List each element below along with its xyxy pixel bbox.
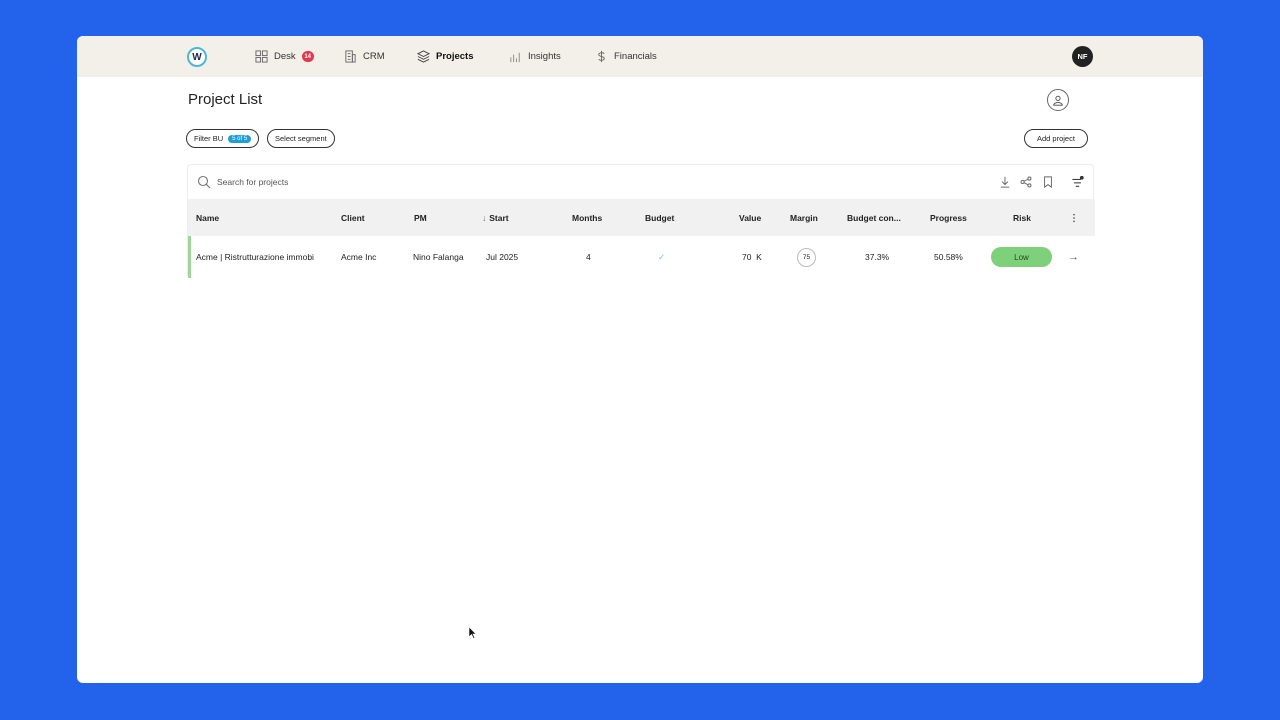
- cell-client: Acme Inc: [341, 252, 377, 262]
- user-icon: [1053, 95, 1063, 106]
- nav-item-crm[interactable]: CRM: [344, 36, 385, 77]
- bar-chart-icon: [510, 52, 520, 63]
- column-header-name[interactable]: Name: [196, 199, 219, 236]
- cell-progress: 50.58%: [934, 252, 963, 262]
- download-icon[interactable]: [999, 176, 1011, 188]
- nav-item-desk[interactable]: Desk 14: [255, 36, 314, 77]
- filter-icon[interactable]: [1071, 176, 1084, 188]
- sort-arrow-icon: ↓: [482, 212, 487, 223]
- nav-item-financials-label: Financials: [614, 51, 657, 62]
- column-header-progress[interactable]: Progress: [930, 199, 967, 236]
- nav-item-projects-label: Projects: [436, 51, 474, 62]
- cell-start: Jul 2025: [486, 252, 519, 262]
- bookmark-icon[interactable]: [1042, 176, 1054, 188]
- nav-item-crm-label: CRM: [363, 51, 385, 62]
- nav-item-insights-label: Insights: [528, 51, 561, 62]
- top-nav-bar: W Desk 14 CRM Projects Insights Financia…: [77, 36, 1203, 77]
- cell-value: 70 K: [742, 252, 762, 262]
- table-row[interactable]: Acme | Ristrutturazione immobi Acme Inc …: [188, 236, 1095, 278]
- mouse-cursor-icon: [469, 627, 477, 639]
- table-header: Name Client PM ↓ Start Months Budget Val…: [188, 199, 1095, 236]
- nav-item-desk-label: Desk: [274, 51, 296, 62]
- dollar-icon: [598, 50, 605, 63]
- column-header-start-label: Start: [489, 212, 509, 223]
- filter-bu-label: Filter BU: [194, 134, 224, 143]
- column-header-client[interactable]: Client: [341, 199, 365, 236]
- layers-icon: [417, 50, 430, 63]
- column-header-pm[interactable]: PM: [414, 199, 427, 236]
- column-header-months[interactable]: Months: [572, 199, 602, 236]
- cell-risk: Low: [991, 236, 1052, 278]
- select-segment-label: Select segment: [275, 134, 327, 143]
- column-header-margin[interactable]: Margin: [790, 199, 818, 236]
- cell-pm: Nino Falanga: [413, 252, 464, 262]
- open-row-arrow-icon[interactable]: →: [1068, 236, 1079, 278]
- app-logo[interactable]: W: [187, 47, 207, 67]
- column-options-icon[interactable]: [1072, 199, 1076, 236]
- cell-name: Acme | Ristrutturazione immobi: [196, 252, 314, 262]
- risk-badge: Low: [991, 247, 1052, 267]
- app-logo-letter: W: [192, 51, 202, 63]
- notification-badge: 14: [301, 51, 314, 62]
- cell-margin: 75: [797, 236, 816, 278]
- projects-table: Name Client PM ↓ Start Months Budget Val…: [187, 164, 1095, 278]
- nav-item-insights[interactable]: Insights: [509, 36, 561, 77]
- user-avatar[interactable]: NF: [1072, 46, 1093, 67]
- search-input[interactable]: [217, 174, 517, 190]
- margin-indicator: 75: [797, 247, 816, 267]
- column-header-value[interactable]: Value: [739, 199, 761, 236]
- select-segment-button[interactable]: Select segment: [267, 129, 335, 148]
- budget-check-icon: ✓: [658, 251, 666, 262]
- cell-budget-consumed: 37.3%: [865, 252, 890, 262]
- app-window: W Desk 14 CRM Projects Insights Financia…: [77, 36, 1203, 683]
- column-header-budget[interactable]: Budget: [645, 199, 674, 236]
- page-title: Project List: [188, 91, 263, 108]
- column-header-budget-consumed[interactable]: Budget con...: [847, 199, 901, 236]
- cell-months: 4: [586, 252, 591, 262]
- column-header-start[interactable]: ↓ Start: [482, 199, 509, 236]
- nav-item-financials[interactable]: Financials: [595, 36, 657, 77]
- filter-bu-count-badge: 5 of 5: [228, 134, 252, 143]
- add-project-button[interactable]: Add project: [1024, 129, 1088, 148]
- building-icon: [345, 50, 356, 63]
- nav-item-projects[interactable]: Projects: [417, 36, 474, 77]
- add-project-label: Add project: [1037, 134, 1075, 143]
- kebab-menu-icon: [1073, 213, 1075, 222]
- user-settings-button[interactable]: [1047, 89, 1069, 111]
- search-icon: [197, 175, 211, 189]
- grid-icon: [255, 50, 268, 63]
- filter-bu-button[interactable]: Filter BU 5 of 5: [186, 129, 260, 148]
- table-toolbar: [188, 165, 1095, 199]
- column-header-risk[interactable]: Risk: [1013, 199, 1031, 236]
- share-icon[interactable]: [1020, 176, 1032, 188]
